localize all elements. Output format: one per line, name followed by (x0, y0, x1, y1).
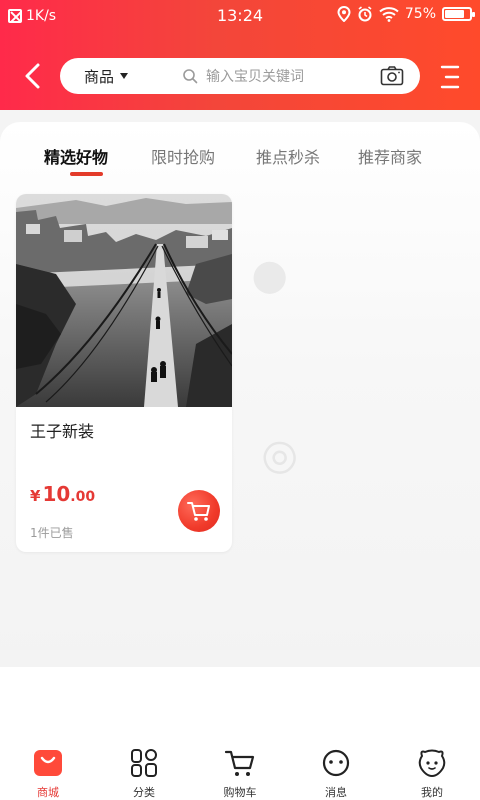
nav-label-cart: 购物车 (223, 786, 257, 799)
bag-icon (34, 750, 62, 776)
price-symbol: ¥ (30, 487, 41, 505)
caret-down-icon (120, 73, 129, 79)
product-title[interactable]: 王子新装 (30, 418, 94, 442)
nav-item-cart[interactable]: 购物车 (200, 748, 280, 800)
category-label: 商品 (84, 67, 115, 86)
battery-icon (442, 7, 475, 21)
wifi-icon (379, 7, 399, 22)
status-bar: 1K/s 13:24 75% (0, 0, 480, 34)
tab-recommended-shops[interactable]: 推荐商家 (358, 144, 422, 168)
category-dropdown[interactable]: 商品 (84, 66, 129, 87)
nav-label-mall: 商城 (37, 786, 59, 799)
search-input[interactable]: 输入宝贝关键词 (206, 66, 304, 86)
nav-label-mine: 我的 (421, 786, 443, 799)
tab-flash-sale[interactable]: 限时抢购 (151, 144, 215, 168)
camera-icon[interactable] (380, 65, 404, 87)
sold-count: 1件已售 (30, 526, 74, 540)
menu-icon[interactable] (438, 64, 462, 90)
product-card[interactable]: 王子新装 ¥ 10 .00 1件已售 (16, 194, 232, 552)
nav-item-category[interactable]: 分类 (104, 748, 184, 800)
cart-icon (224, 750, 255, 776)
bottom-nav: 商城 分类 购物车 消息 我的 (0, 740, 480, 800)
status-icons: 75% (337, 6, 475, 22)
product-price: ¥ 10 .00 (30, 482, 95, 506)
search-icon (183, 69, 198, 84)
battery-percent: 75% (404, 6, 436, 22)
tab-bar: 精选好物 限时抢购 推点秒杀 推荐商家 (0, 144, 480, 184)
back-arrow-icon[interactable] (18, 60, 50, 92)
user-face-icon (418, 749, 446, 778)
nav-item-mall[interactable]: 商城 (8, 748, 88, 800)
message-face-icon (322, 749, 350, 777)
tab-indicator (70, 172, 103, 176)
search-box[interactable]: 商品 输入宝贝关键词 (60, 58, 420, 94)
price-decimal: .00 (70, 489, 96, 505)
price-integer: 10 (42, 482, 71, 506)
tab-featured[interactable]: 精选好物 (44, 144, 108, 168)
product-image[interactable] (16, 194, 232, 407)
nav-item-messages[interactable]: 消息 (296, 748, 376, 800)
nav-label-messages: 消息 (325, 786, 347, 799)
alarm-icon (358, 6, 372, 22)
grid-icon (131, 749, 157, 777)
location-icon (337, 6, 351, 22)
add-to-cart-button[interactable] (178, 490, 220, 532)
cart-icon (187, 502, 210, 521)
tab-seckill[interactable]: 推点秒杀 (256, 144, 320, 168)
nav-item-mine[interactable]: 我的 (392, 748, 472, 800)
nav-label-category: 分类 (133, 786, 155, 799)
